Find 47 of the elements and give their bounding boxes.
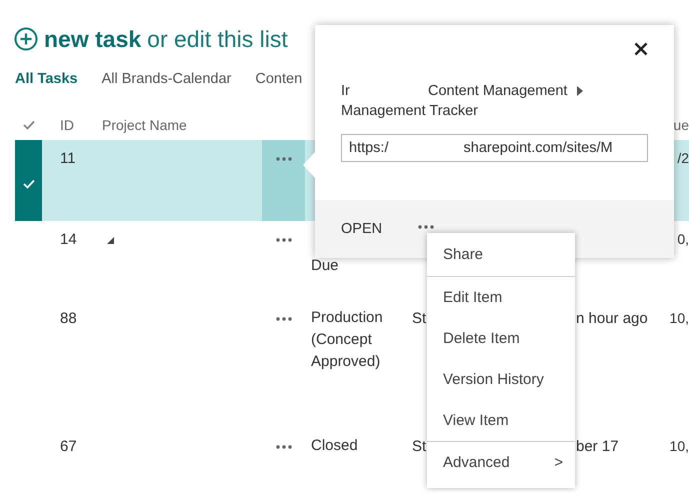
- edit-list-link[interactable]: or edit this list: [147, 26, 288, 52]
- table-cell-text: 88: [59, 309, 78, 329]
- open-link[interactable]: OPEN: [341, 221, 382, 237]
- new-task-link[interactable]: new task: [44, 26, 142, 52]
- menu-item[interactable]: Share: [427, 233, 575, 276]
- breadcrumb-text: Ir: [341, 83, 351, 99]
- close-icon[interactable]: [634, 42, 648, 56]
- table-cell-text: 14: [59, 230, 78, 250]
- table-cell-text: 67: [59, 437, 78, 457]
- row-checkbox[interactable]: [15, 140, 42, 221]
- table-cell-text: ber 17: [575, 437, 620, 457]
- menu-item[interactable]: Edit Item: [427, 277, 575, 318]
- column-header[interactable]: Project Name: [102, 117, 187, 133]
- more-icon[interactable]: [276, 445, 292, 449]
- table-cell-text: 10,: [668, 437, 689, 456]
- more-icon[interactable]: [418, 225, 434, 229]
- table-cell-text: 0,: [676, 230, 689, 249]
- table-cell: St: [412, 310, 426, 327]
- callout-subtitle: Management Tracker: [341, 103, 480, 119]
- breadcrumb-text: Content Management: [428, 83, 568, 99]
- table-cell: 11: [42, 140, 102, 221]
- column-header[interactable]: ue: [673, 117, 689, 133]
- table-cell-text: Production (Concept Approved): [311, 308, 383, 372]
- more-icon[interactable]: [276, 157, 292, 161]
- menu-item[interactable]: Version History: [427, 359, 575, 400]
- more-icon[interactable]: [276, 238, 292, 242]
- table-cell-text: 10,: [668, 309, 689, 328]
- check-icon: [22, 179, 34, 189]
- table-cell: St: [412, 438, 426, 455]
- caret-icon: [577, 86, 584, 96]
- menu-item[interactable]: View Item: [427, 400, 575, 441]
- view-tab[interactable]: All Tasks: [15, 71, 78, 93]
- add-icon[interactable]: [14, 27, 38, 51]
- menu-item[interactable]: Delete Item: [427, 318, 575, 359]
- more-icon[interactable]: [276, 317, 292, 321]
- url-text: sharepoint.com/sites/M: [464, 140, 613, 156]
- table-cell-text: n hour ago: [575, 309, 649, 329]
- view-tab[interactable]: All Brands-Calendar: [102, 71, 232, 93]
- check-icon[interactable]: [22, 120, 34, 130]
- triangle-icon: [107, 237, 114, 244]
- url-field[interactable]: https:/ sharepoint.com/sites/M: [341, 134, 648, 162]
- table-cell-text: Due: [311, 256, 339, 276]
- url-text: https:/: [349, 140, 388, 156]
- view-tab[interactable]: Conten: [255, 71, 302, 93]
- table-cell-text: Closed: [311, 436, 358, 456]
- menu-item[interactable]: Advanced >: [427, 442, 575, 483]
- column-header[interactable]: ID: [60, 117, 74, 133]
